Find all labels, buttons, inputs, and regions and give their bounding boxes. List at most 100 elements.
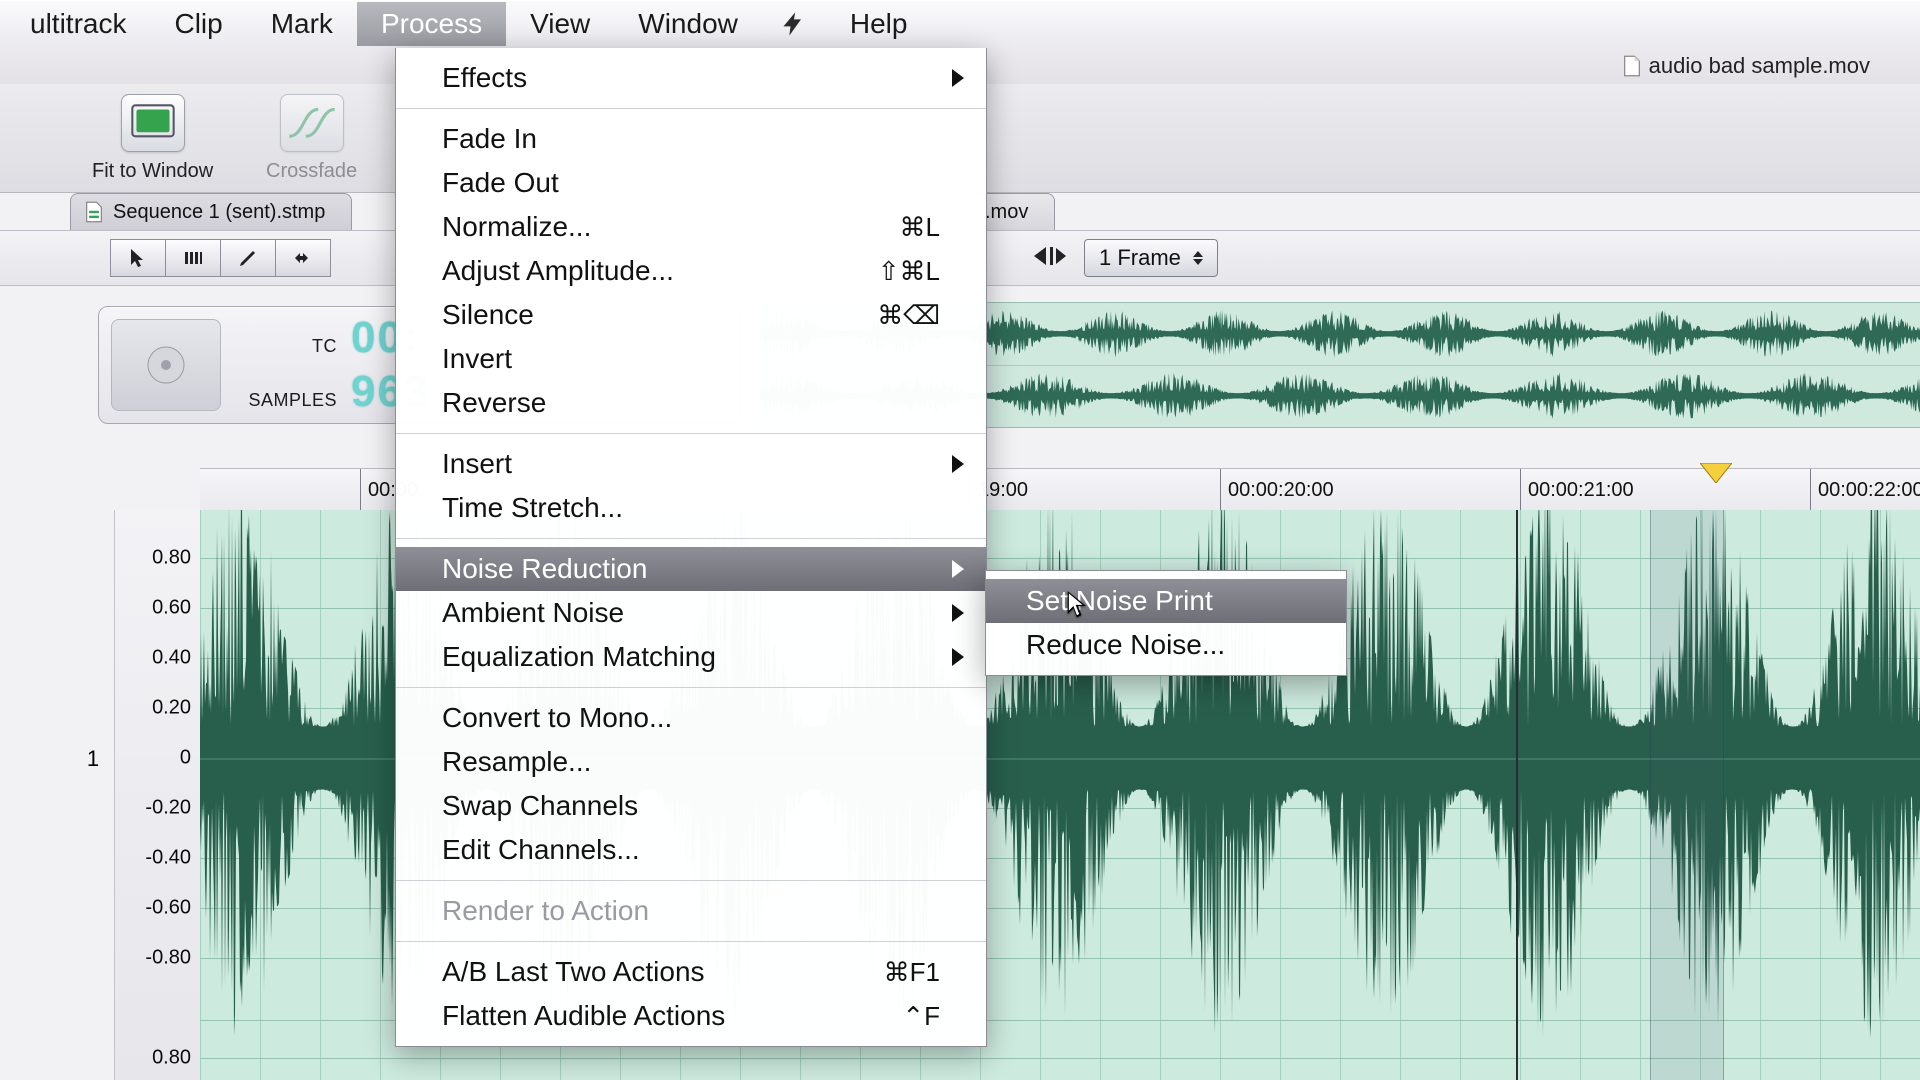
menu-item-label: Render to Action bbox=[442, 895, 649, 927]
frame-step-icon[interactable] bbox=[1030, 242, 1070, 275]
mouse-cursor bbox=[1066, 590, 1090, 622]
menu-item-swap-channels[interactable]: Swap Channels bbox=[396, 784, 986, 828]
menu-item-normalize[interactable]: Normalize... ⌘L bbox=[396, 205, 986, 249]
crossfade-icon bbox=[280, 94, 344, 152]
amp-label: -0.80 bbox=[145, 947, 191, 970]
menu-item-label: Reverse bbox=[442, 387, 546, 419]
document-proxy-icon bbox=[1623, 55, 1641, 77]
menu-item-resample[interactable]: Resample... bbox=[396, 740, 986, 784]
menu-separator bbox=[396, 687, 986, 688]
process-menu: Effects Fade In Fade Out Normalize... ⌘L Adju… bbox=[395, 48, 987, 1047]
submenu-item-reduce-noise[interactable]: Reduce Noise... bbox=[986, 623, 1346, 667]
menu-item-noise-reduction[interactable]: Noise Reduction bbox=[396, 547, 986, 591]
document-icon bbox=[85, 201, 103, 223]
fit-window-icon bbox=[121, 94, 185, 152]
menu-separator bbox=[396, 108, 986, 109]
menu-mark[interactable]: Mark bbox=[247, 2, 357, 46]
tab-label: Sequence 1 (sent).stmp bbox=[113, 201, 325, 224]
menu-item-label: Effects bbox=[442, 62, 527, 94]
menu-item-fade-out[interactable]: Fade Out bbox=[396, 161, 986, 205]
menu-item-convert-to-mono[interactable]: Convert to Mono... bbox=[396, 696, 986, 740]
menu-item-label: Equalization Matching bbox=[442, 641, 716, 673]
menu-process[interactable]: Process bbox=[357, 2, 506, 46]
tab-label: .mov bbox=[985, 201, 1028, 224]
frame-step-value: 1 Frame bbox=[1099, 245, 1181, 271]
noise-reduction-submenu: Set Noise Print Reduce Noise... bbox=[985, 570, 1347, 676]
amp-label: 0.80 bbox=[152, 547, 191, 570]
menu-shortcut: ⌘L bbox=[900, 212, 940, 243]
amplitude-ruler: 0.800.600.400.200-0.20-0.40-0.60-0.800.8… bbox=[114, 510, 202, 1080]
app-icon bbox=[780, 10, 808, 38]
menu-view[interactable]: View bbox=[506, 2, 614, 46]
submenu-arrow-icon bbox=[952, 455, 964, 473]
menu-item-insert[interactable]: Insert bbox=[396, 442, 986, 486]
tool-scrub[interactable] bbox=[275, 239, 331, 277]
menu-item-label: Reduce Noise... bbox=[1026, 629, 1225, 661]
menu-item-label: Noise Reduction bbox=[442, 553, 647, 585]
menu-item-label: Fade In bbox=[442, 123, 537, 155]
menu-item-silence[interactable]: Silence ⌘⌫ bbox=[396, 293, 986, 337]
menu-window[interactable]: Window bbox=[614, 2, 762, 46]
menu-clip[interactable]: Clip bbox=[150, 2, 246, 46]
menu-item-label: Normalize... bbox=[442, 211, 591, 243]
timecode-label: TC bbox=[233, 336, 337, 357]
menu-item-flatten-audible-actions[interactable]: Flatten Audible Actions ⌃F bbox=[396, 994, 986, 1038]
tool-range[interactable] bbox=[165, 239, 220, 277]
menu-item-label: Adjust Amplitude... bbox=[442, 255, 674, 287]
menu-item-label: Flatten Audible Actions bbox=[442, 1000, 725, 1032]
ruler-tick-label: 00:00:22:00 bbox=[1818, 479, 1920, 502]
channel-number: 1 bbox=[72, 746, 114, 772]
menu-separator bbox=[396, 433, 986, 434]
menu-item-invert[interactable]: Invert bbox=[396, 337, 986, 381]
frame-step-controls: 1 Frame bbox=[1030, 239, 1218, 277]
menu-item-time-stretch[interactable]: Time Stretch... bbox=[396, 486, 986, 530]
menu-separator bbox=[396, 941, 986, 942]
menu-separator bbox=[396, 880, 986, 881]
clip-thumbnail[interactable] bbox=[111, 319, 221, 411]
amp-label: 0.80 bbox=[152, 1047, 191, 1070]
menu-item-label: Convert to Mono... bbox=[442, 702, 672, 734]
playhead-line[interactable] bbox=[1516, 510, 1518, 1080]
submenu-arrow-icon bbox=[952, 604, 964, 622]
menu-shortcut: ⌘⌫ bbox=[877, 300, 940, 331]
amp-label: -0.60 bbox=[145, 897, 191, 920]
menu-item-reverse[interactable]: Reverse bbox=[396, 381, 986, 425]
menu-multitrack[interactable]: ultitrack bbox=[6, 2, 150, 46]
menu-item-label: Fade Out bbox=[442, 167, 559, 199]
selection-region[interactable] bbox=[1650, 510, 1724, 1080]
frame-step-popup[interactable]: 1 Frame bbox=[1084, 239, 1218, 277]
submenu-item-set-noise-print[interactable]: Set Noise Print bbox=[986, 579, 1346, 623]
toolbar-label: Crossfade bbox=[266, 160, 357, 182]
menu-item-edit-channels[interactable]: Edit Channels... bbox=[396, 828, 986, 872]
menu-item-effects[interactable]: Effects bbox=[396, 56, 986, 100]
amp-label: 0.20 bbox=[152, 697, 191, 720]
amp-label: 0.40 bbox=[152, 647, 191, 670]
chevron-updown-icon bbox=[1187, 244, 1209, 272]
window-title: audio bad sample.mov bbox=[1649, 53, 1870, 79]
amp-label: -0.20 bbox=[145, 797, 191, 820]
tool-pointer[interactable] bbox=[110, 239, 165, 277]
toolbar-fit-to-window[interactable]: Fit to Window bbox=[92, 94, 213, 183]
menu-help[interactable]: Help bbox=[826, 2, 932, 46]
tab-sequence[interactable]: Sequence 1 (sent).stmp bbox=[70, 193, 352, 230]
menu-item-label: Edit Channels... bbox=[442, 834, 640, 866]
menu-item-equalization-matching[interactable]: Equalization Matching bbox=[396, 635, 986, 679]
menu-item-label: Silence bbox=[442, 299, 534, 331]
edit-tools bbox=[110, 239, 331, 277]
submenu-arrow-icon bbox=[952, 560, 964, 578]
menu-item-ambient-noise[interactable]: Ambient Noise bbox=[396, 591, 986, 635]
toolbar-crossfade[interactable]: Crossfade bbox=[266, 94, 357, 183]
menu-item-a-b-last-two-actions[interactable]: A/B Last Two Actions⌘F1 bbox=[396, 950, 986, 994]
ruler-tick: 00:00:22:00 bbox=[1810, 469, 1920, 511]
menu-separator bbox=[396, 538, 986, 539]
menu-item-fade-in[interactable]: Fade In bbox=[396, 117, 986, 161]
menu-item-label: Invert bbox=[442, 343, 512, 375]
tool-pencil[interactable] bbox=[220, 239, 275, 277]
playhead-marker[interactable] bbox=[1700, 463, 1732, 483]
menu-item-label: Ambient Noise bbox=[442, 597, 624, 629]
menu-item-adjust-amplitude[interactable]: Adjust Amplitude...⇧⌘L bbox=[396, 249, 986, 293]
submenu-arrow-icon bbox=[952, 648, 964, 666]
menu-item-label: A/B Last Two Actions bbox=[442, 956, 705, 988]
menu-shortcut: ⌃F bbox=[902, 1001, 940, 1032]
samples-label: SAMPLES bbox=[233, 390, 337, 411]
